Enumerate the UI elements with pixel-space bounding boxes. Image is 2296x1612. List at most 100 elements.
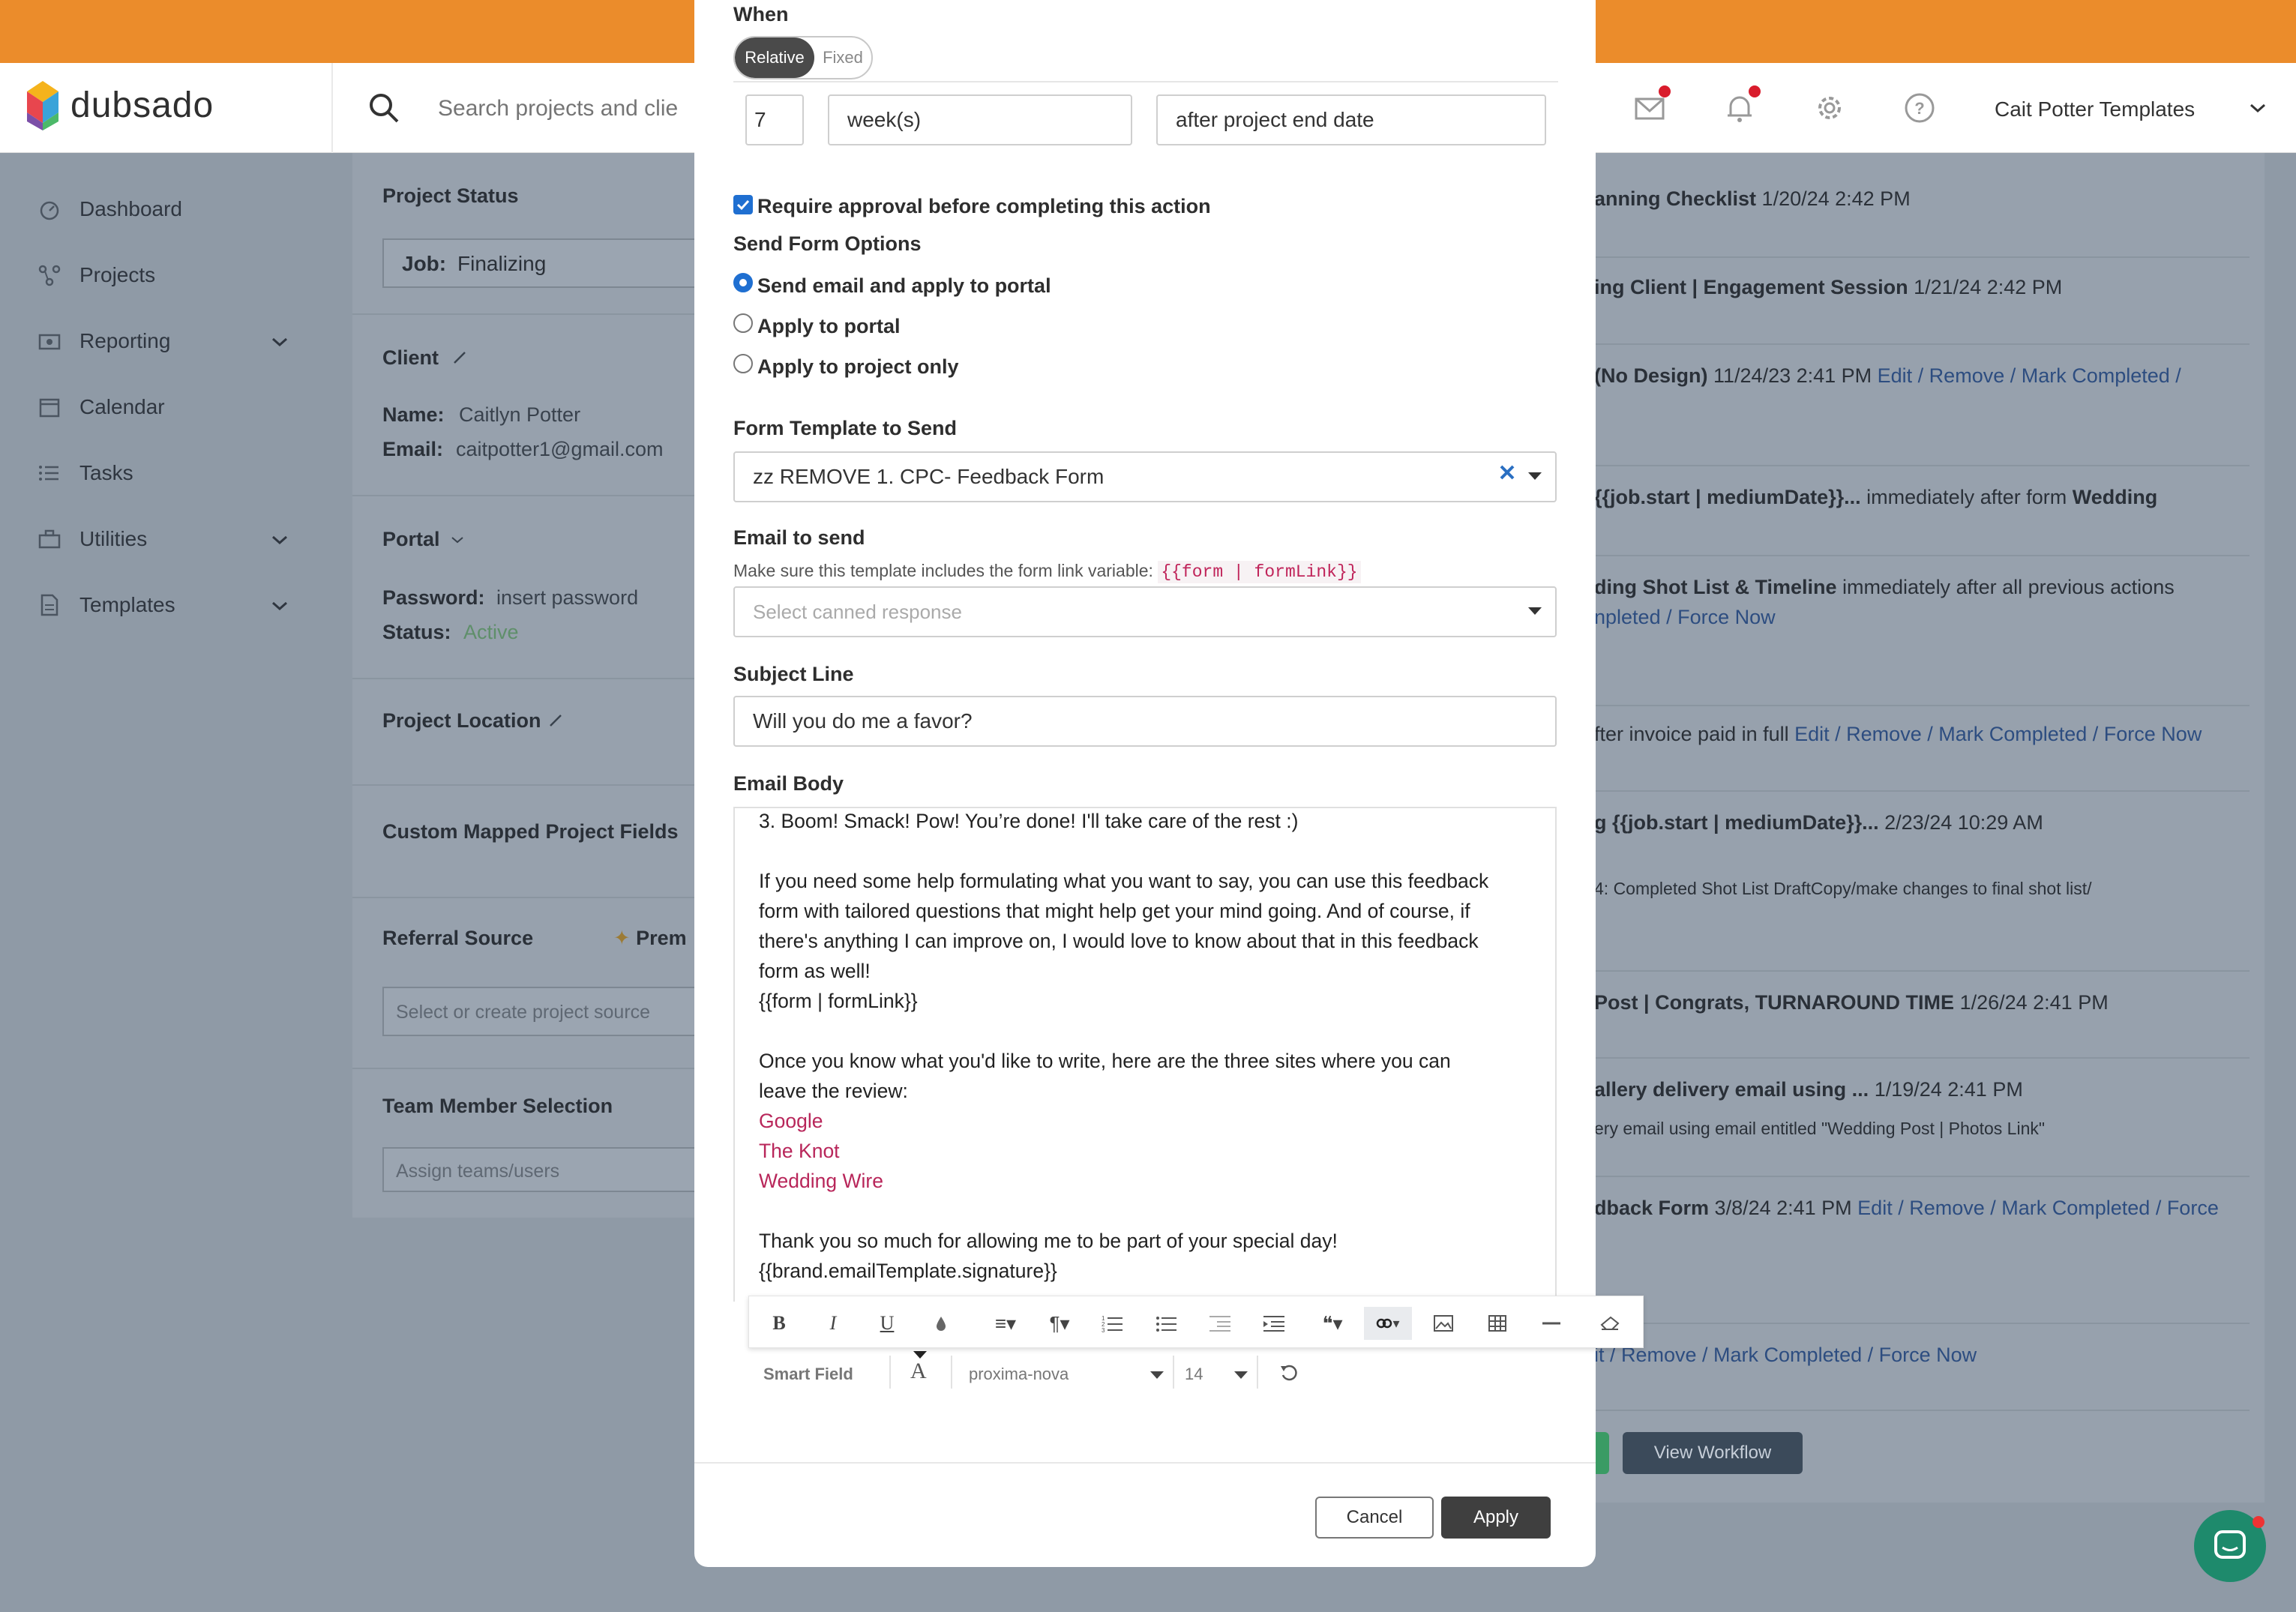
- sidebar-item-label: Projects: [79, 263, 156, 286]
- radio-send-email-portal[interactable]: [733, 273, 753, 292]
- chevron-down-icon[interactable]: [2248, 100, 2268, 115]
- fixed-toggle[interactable]: Fixed: [814, 37, 871, 78]
- sidebar-item-label: Utilities: [79, 527, 148, 550]
- caret-down-icon[interactable]: [1150, 1371, 1164, 1379]
- undo-icon[interactable]: [1279, 1363, 1299, 1383]
- caret-down-icon[interactable]: [1528, 472, 1542, 480]
- underline-icon[interactable]: U: [871, 1307, 904, 1340]
- portal-password-label: Password:: [382, 586, 485, 609]
- outdent-icon[interactable]: [1203, 1307, 1236, 1340]
- pencil-icon[interactable]: [451, 349, 468, 366]
- account-name[interactable]: Cait Potter Templates: [1995, 97, 2195, 121]
- workflow-actions-link[interactable]: npleted / Force Now: [1594, 606, 1776, 629]
- modal-footer-divider: [694, 1462, 1596, 1464]
- relative-toggle[interactable]: Relative: [735, 37, 814, 78]
- bold-icon[interactable]: B: [763, 1307, 796, 1340]
- divider: [352, 1068, 720, 1069]
- portal-password-value: insert password: [496, 586, 639, 609]
- chevron-down-icon[interactable]: [270, 532, 289, 547]
- body-line: {{form | formLink}}: [759, 990, 918, 1012]
- font-size-select[interactable]: 14: [1185, 1365, 1203, 1384]
- timing-anchor-select[interactable]: after project end date: [1156, 94, 1546, 145]
- quote-dropdown-icon[interactable]: ❝▾: [1308, 1307, 1356, 1340]
- sidebar-item-tasks[interactable]: Tasks: [37, 454, 133, 492]
- referral-source-select[interactable]: Select or create project source: [382, 987, 712, 1036]
- link-dropdown-icon[interactable]: ▾: [1364, 1307, 1412, 1340]
- sidebar-item-templates[interactable]: Templates: [37, 586, 175, 624]
- team-member-select[interactable]: Assign teams/users: [382, 1147, 712, 1192]
- wedding-wire-link[interactable]: Wedding Wire: [759, 1170, 883, 1193]
- when-mode-toggle: Relative Fixed: [733, 36, 873, 79]
- align-dropdown-icon[interactable]: ≡▾: [983, 1307, 1028, 1340]
- indent-icon[interactable]: [1257, 1307, 1290, 1340]
- canned-response-select[interactable]: Select canned response: [733, 586, 1557, 637]
- chat-unread-dot: [2253, 1516, 2265, 1528]
- radio-apply-portal[interactable]: [733, 313, 753, 333]
- table-icon[interactable]: [1481, 1307, 1514, 1340]
- ordered-list-icon[interactable]: 123: [1096, 1307, 1129, 1340]
- sidebar-item-dashboard[interactable]: Dashboard: [37, 190, 182, 228]
- chevron-down-icon[interactable]: [450, 534, 465, 546]
- brand-logo[interactable]: dubsado: [25, 78, 214, 132]
- sidebar-item-reporting[interactable]: Reporting: [37, 322, 170, 360]
- apply-button[interactable]: Apply: [1441, 1497, 1551, 1539]
- body-line: leave the review:: [759, 1080, 908, 1102]
- project-info-panel: [352, 153, 720, 1218]
- image-icon[interactable]: [1427, 1307, 1460, 1340]
- unordered-list-icon[interactable]: [1149, 1307, 1182, 1340]
- chevron-down-icon[interactable]: [270, 334, 289, 349]
- font-family-select[interactable]: proxima-nova: [969, 1365, 1069, 1384]
- view-workflow-button[interactable]: View Workflow: [1623, 1432, 1803, 1474]
- body-line: Thank you so much for allowing me to be …: [759, 1230, 1338, 1252]
- caret-down-icon[interactable]: [1234, 1371, 1248, 1379]
- paragraph-dropdown-icon[interactable]: ¶▾: [1037, 1307, 1082, 1340]
- email-help-text: Make sure this template includes the for…: [733, 561, 1361, 583]
- radio-apply-project[interactable]: [733, 354, 753, 373]
- sidebar-item-utilities[interactable]: Utilities: [37, 520, 147, 558]
- help-icon[interactable]: ?: [1903, 91, 1936, 124]
- subject-line-input[interactable]: Will you do me a favor?: [733, 696, 1557, 747]
- font-style-icon[interactable]: A: [910, 1359, 927, 1384]
- timing-unit-select[interactable]: week(s): [828, 94, 1132, 145]
- sidebar-item-calendar[interactable]: Calendar: [37, 388, 165, 426]
- team-member-title: Team Member Selection: [382, 1095, 613, 1117]
- workflow-row: [1575, 1059, 2250, 1177]
- gear-icon[interactable]: [1813, 91, 1846, 124]
- divider: [352, 495, 720, 496]
- premium-badge[interactable]: ✦ Prem: [613, 927, 687, 950]
- search-input[interactable]: [438, 91, 693, 126]
- premium-label: Prem: [636, 927, 687, 949]
- require-approval-checkbox[interactable]: [733, 195, 753, 214]
- body-line: 3. Boom! Smack! Pow! You’re done! I'll t…: [759, 810, 1299, 832]
- caret-down-icon[interactable]: [1528, 607, 1542, 615]
- italic-icon[interactable]: I: [817, 1307, 850, 1340]
- the-knot-link[interactable]: The Knot: [759, 1140, 840, 1163]
- email-body-label: Email Body: [733, 772, 844, 795]
- eraser-icon[interactable]: [1593, 1307, 1626, 1340]
- clear-icon[interactable]: [1498, 463, 1516, 481]
- chevron-down-icon[interactable]: [270, 598, 289, 613]
- toolbar-pointer-icon: [913, 1351, 927, 1359]
- text-color-icon[interactable]: [925, 1307, 958, 1340]
- workflow-actions-link[interactable]: Edit / Remove / Mark Completed /: [1878, 364, 2181, 387]
- client-email-label: Email:: [382, 438, 444, 460]
- form-link-variable: {{form | formLink}}: [1158, 561, 1361, 583]
- horizontal-rule-icon[interactable]: [1535, 1307, 1568, 1340]
- workflow-actions-link[interactable]: Edit / Remove / Mark Completed / Force N…: [1794, 723, 2202, 745]
- workflow-row: [1575, 258, 2250, 345]
- templates-icon: [40, 594, 58, 616]
- cancel-button[interactable]: Cancel: [1315, 1497, 1434, 1539]
- pencil-icon[interactable]: [547, 712, 564, 729]
- google-link[interactable]: Google: [759, 1110, 823, 1133]
- smart-field-button[interactable]: Smart Field: [763, 1365, 853, 1384]
- project-status-select[interactable]: Job: Finalizing: [382, 238, 712, 288]
- sidebar-item-projects[interactable]: Projects: [37, 256, 155, 294]
- email-body-editor[interactable]: 3. Boom! Smack! Pow! You’re done! I'll t…: [733, 807, 1557, 1302]
- search-icon[interactable]: [367, 91, 400, 124]
- form-template-select[interactable]: zz REMOVE 1. CPC- Feedback Form: [733, 451, 1557, 502]
- sidebar: Dashboard Projects Reporting Calendar Ta…: [0, 153, 330, 1612]
- checkmark-icon: [736, 199, 750, 211]
- workflow-actions-link[interactable]: Edit / Remove / Mark Completed / Force: [1857, 1197, 2219, 1219]
- timing-amount-input[interactable]: 7: [745, 94, 804, 145]
- workflow-actions-link[interactable]: it / Remove / Mark Completed / Force Now: [1594, 1344, 1977, 1367]
